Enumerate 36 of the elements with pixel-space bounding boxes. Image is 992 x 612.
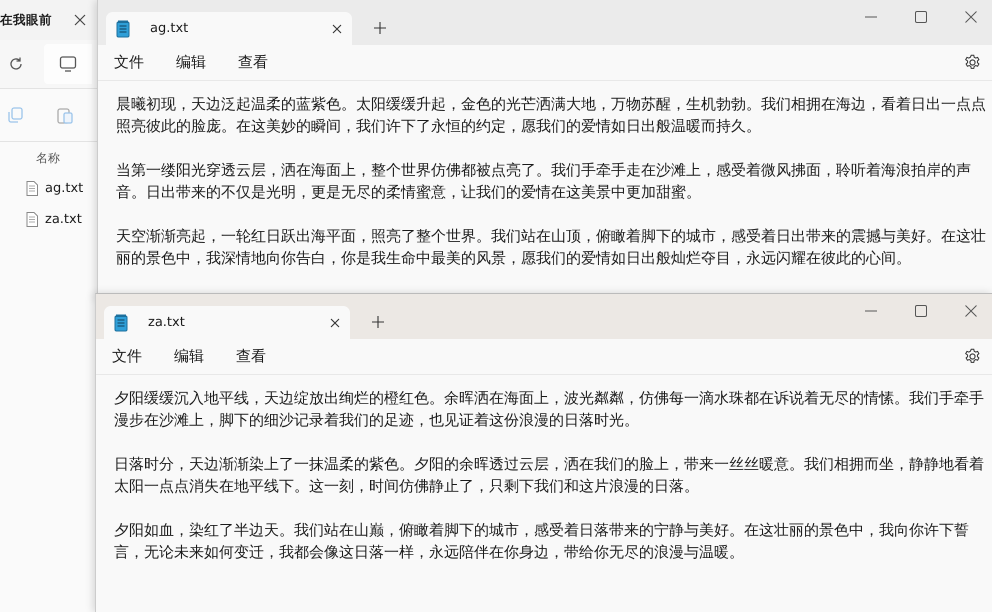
text-paragraph: 日落时分，天边渐渐染上了一抹温柔的紫色。夕阳的余晖透过云层，洒在我们的脸上，带来一丝丝暖意。我们相拥而坐，静静地看着太阳一点点消失在地平线下。这一刻，时间仿佛静止了，只剩下我们和这片浪漫的日落。	[114, 454, 985, 497]
monitor-button[interactable]	[44, 44, 92, 84]
menu-item[interactable]: 编辑	[176, 53, 206, 72]
menu-item[interactable]: 文件	[112, 347, 142, 366]
text-paragraph: 当第一缕阳光穿透云层，洒在海面上，整个世界仿佛都被点亮了。我们手牵手走在沙滩上，感受着微风拂面，聆听着海浪拍岸的声音。日出带来的不仅是光明，更是无尽的柔情蜜意，让我们的爱情在这美景中更加甜蜜。	[116, 160, 972, 203]
file-tab[interactable]: za.txt	[104, 306, 350, 339]
file-tab[interactable]: ag.txt	[106, 12, 352, 45]
notepad-icon	[114, 314, 128, 332]
text-paragraph: 天空渐渐亮起，一轮红日跃出海平面，照亮了整个世界。我们站在山顶，俯瞰着脚下的城市，感受着日出带来的震撼与美好。在这壮丽的景色中，我深情地向你告白，你是我生命中最美的风景，愿我们的爱情如日出般灿烂夺目，永远闪耀在彼此的心间。	[116, 226, 987, 269]
close-icon[interactable]	[332, 24, 342, 34]
settings-icon[interactable]	[964, 348, 981, 365]
text-paragraph: 夕阳如血，染红了半边天。我们站在山巅，俯瞰着脚下的城市，感受着日落带来的宁静与美好。在这壮丽的景色中，我向你许下誓言，无论未来如何变迁，我都会像这日落一样，永远陪伴在你身边，带给你无尽的浪漫与温暖。	[114, 520, 970, 563]
document-icon	[26, 212, 38, 227]
menu-item[interactable]: 文件	[114, 53, 144, 72]
close-icon[interactable]	[965, 11, 977, 23]
text-paragraph: 晨曦初现，天边泛起温柔的蓝紫色。太阳缓缓升起，金色的光芒洒满大地，万物苏醒，生机勃勃。我们相拥在海边，看着日出一点点照亮彼此的脸庞。在这美妙的瞬间，我们许下了永恒的约定，愿我们的爱情如日出般温暖而持久。	[116, 94, 987, 137]
close-icon[interactable]	[330, 318, 340, 328]
file-item[interactable]: ag.txt	[0, 173, 100, 204]
close-icon[interactable]	[965, 305, 977, 317]
column-header[interactable]: 名称	[0, 142, 100, 173]
file-item[interactable]: za.txt	[0, 204, 100, 235]
new-tab-icon[interactable]	[374, 22, 386, 34]
monitor-icon	[59, 55, 77, 73]
refresh-icon[interactable]	[8, 56, 24, 72]
close-icon[interactable]	[74, 14, 86, 26]
menu-item[interactable]: 编辑	[174, 347, 204, 366]
menu-item[interactable]: 查看	[238, 53, 268, 72]
maximize-icon[interactable]	[915, 305, 927, 317]
menu-item[interactable]: 查看	[236, 347, 266, 366]
maximize-icon[interactable]	[915, 11, 927, 23]
text-paragraph: 夕阳缓缓沉入地平线，天边绽放出绚烂的橙红色。余晖洒在海面上，波光粼粼，仿佛每一滴水珠都在诉说着无尽的情愫。我们手牵手漫步在沙滩上，脚下的细沙记录着我们的足迹，也见证着这份浪漫的日落时光。	[114, 388, 985, 431]
window-title: 在我眼前	[0, 12, 52, 28]
new-tab-icon[interactable]	[372, 316, 384, 328]
document-icon	[26, 181, 38, 196]
notepad-icon	[116, 20, 130, 38]
settings-icon[interactable]	[964, 54, 981, 71]
